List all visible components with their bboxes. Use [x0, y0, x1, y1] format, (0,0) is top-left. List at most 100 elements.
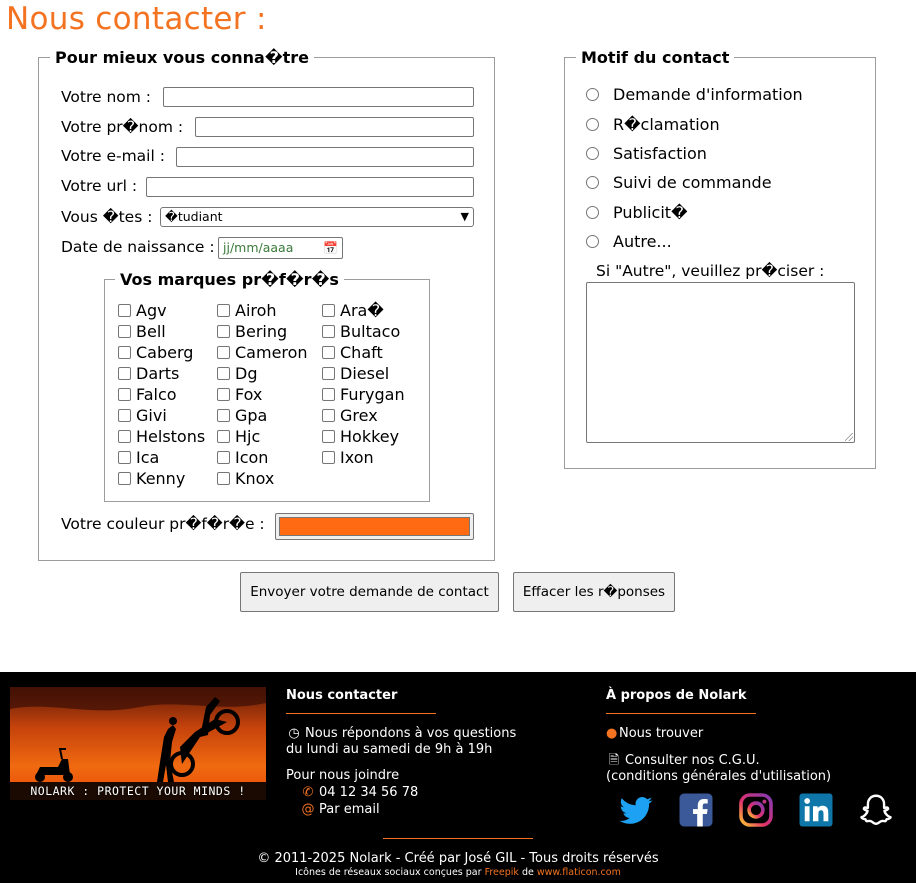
brand-label: Chaft	[340, 343, 383, 362]
brand-checkbox[interactable]	[118, 367, 131, 380]
brand-checkbox[interactable]	[217, 304, 230, 317]
motif-radio[interactable]	[586, 147, 599, 160]
motif-radio[interactable]	[586, 235, 599, 248]
color-picker[interactable]	[275, 513, 474, 540]
brand-label: Diesel	[340, 364, 390, 383]
brands-legend: Vos marques pr�f�r�s	[120, 270, 339, 289]
brand-checkbox[interactable]	[322, 451, 335, 464]
motif-radio[interactable]	[586, 88, 599, 101]
brand-checkbox[interactable]	[118, 325, 131, 338]
brand-checkbox-item[interactable]: Agv	[118, 301, 167, 321]
brand-checkbox-item[interactable]: Gpa	[217, 406, 267, 426]
footer-email-text: Par email	[319, 802, 380, 817]
brand-checkbox-item[interactable]: Cameron	[217, 343, 308, 363]
brand-checkbox-item[interactable]: Hjc	[217, 427, 260, 447]
brand-checkbox-item[interactable]: Icon	[217, 448, 268, 468]
brand-checkbox-item[interactable]: Grex	[322, 406, 378, 426]
brand-checkbox-item[interactable]: Dg	[217, 364, 257, 384]
brand-checkbox-item[interactable]: Helstons	[118, 427, 205, 447]
brand-checkbox[interactable]	[118, 430, 131, 443]
brand-checkbox[interactable]	[217, 325, 230, 338]
motif-radio-item[interactable]: Autre...	[586, 232, 672, 252]
at-icon: @	[301, 802, 315, 817]
brand-label: Hokkey	[340, 427, 400, 446]
brand-checkbox[interactable]	[217, 472, 230, 485]
motif-radio[interactable]	[586, 206, 599, 219]
instagram-icon[interactable]	[738, 792, 774, 828]
phone-icon: ✆	[302, 785, 314, 800]
other-textarea[interactable]	[586, 282, 855, 443]
brand-checkbox-item[interactable]: Ara�	[322, 301, 384, 321]
motif-radio[interactable]	[586, 118, 599, 131]
email-input[interactable]	[176, 147, 474, 167]
prenom-label: Votre pr�nom :	[61, 118, 184, 136]
brand-checkbox[interactable]	[322, 409, 335, 422]
birthdate-input[interactable]: jj/mm/aaaa 📅	[218, 237, 343, 259]
brand-checkbox-item[interactable]: Kenny	[118, 469, 185, 489]
reset-button[interactable]: Effacer les r�ponses	[513, 572, 675, 612]
url-input[interactable]	[146, 177, 474, 197]
brand-checkbox[interactable]	[118, 451, 131, 464]
brand-checkbox[interactable]	[322, 325, 335, 338]
brand-checkbox[interactable]	[118, 304, 131, 317]
brand-checkbox-item[interactable]: Fox	[217, 385, 262, 405]
brand-checkbox[interactable]	[217, 451, 230, 464]
brand-checkbox[interactable]	[217, 430, 230, 443]
brand-checkbox-item[interactable]: Chaft	[322, 343, 383, 363]
motif-radio-item[interactable]: Demande d'information	[586, 85, 803, 105]
brand-checkbox-item[interactable]: Falco	[118, 385, 177, 405]
brand-checkbox-item[interactable]: Givi	[118, 406, 167, 426]
brand-checkbox-item[interactable]: Caberg	[118, 343, 193, 363]
status-select-value: �tudiant	[165, 209, 223, 224]
calendar-icon[interactable]: 📅	[323, 238, 338, 258]
motif-radio-item[interactable]: R�clamation	[586, 115, 720, 135]
status-select[interactable]: �tudiant ▼	[160, 207, 474, 227]
brand-checkbox-item[interactable]: Ica	[118, 448, 159, 468]
nom-input[interactable]	[163, 87, 474, 107]
freepik-link[interactable]: Freepik	[485, 867, 519, 878]
brand-checkbox[interactable]	[217, 409, 230, 422]
brand-checkbox-item[interactable]: Ixon	[322, 448, 374, 468]
motif-radio-item[interactable]: Suivi de commande	[586, 173, 772, 193]
snapchat-icon[interactable]	[858, 792, 894, 828]
brand-checkbox[interactable]	[118, 409, 131, 422]
brand-checkbox-item[interactable]: Darts	[118, 364, 179, 384]
brand-checkbox[interactable]	[118, 388, 131, 401]
motif-radio-item[interactable]: Satisfaction	[586, 144, 707, 164]
brand-checkbox[interactable]	[217, 388, 230, 401]
brand-checkbox[interactable]	[217, 367, 230, 380]
brand-checkbox-item[interactable]: Knox	[217, 469, 274, 489]
footer-find-us-link[interactable]: ● Nous trouver	[606, 726, 703, 742]
brand-checkbox-item[interactable]: Airoh	[217, 301, 277, 321]
brand-checkbox[interactable]	[322, 388, 335, 401]
motif-radio[interactable]	[586, 176, 599, 189]
brand-checkbox[interactable]	[322, 367, 335, 380]
footer-phone-link[interactable]: ✆ 04 12 34 56 78	[300, 785, 419, 801]
motif-radio-label: Satisfaction	[613, 144, 707, 163]
brand-checkbox[interactable]	[118, 472, 131, 485]
motif-radio-label: Autre...	[613, 232, 672, 251]
brand-checkbox[interactable]	[217, 346, 230, 359]
brand-checkbox-item[interactable]: Bering	[217, 322, 287, 342]
footer-cgu-link[interactable]: 🗎 Consulter nos C.G.U. (conditions généra…	[606, 753, 831, 785]
flaticon-link[interactable]: www.flaticon.com	[537, 867, 621, 878]
motif-radio-label: Suivi de commande	[613, 173, 772, 192]
brand-checkbox-item[interactable]: Hokkey	[322, 427, 399, 447]
send-button[interactable]: Envoyer votre demande de contact	[240, 572, 499, 612]
brand-checkbox[interactable]	[322, 304, 335, 317]
twitter-icon[interactable]	[618, 792, 654, 828]
motif-radio-item[interactable]: Publicit�	[586, 203, 687, 223]
resize-grip-icon[interactable]	[845, 433, 853, 441]
brand-checkbox[interactable]	[322, 430, 335, 443]
brand-checkbox-item[interactable]: Diesel	[322, 364, 389, 384]
prenom-input[interactable]	[195, 117, 474, 137]
footer-cgu-line1: Consulter nos C.G.U.	[625, 753, 760, 768]
brand-checkbox-item[interactable]: Bultaco	[322, 322, 400, 342]
linkedin-icon[interactable]	[798, 792, 834, 828]
brand-checkbox[interactable]	[322, 346, 335, 359]
brand-checkbox-item[interactable]: Bell	[118, 322, 166, 342]
brand-checkbox[interactable]	[118, 346, 131, 359]
brand-checkbox-item[interactable]: Furygan	[322, 385, 405, 405]
footer-email-link[interactable]: @ Par email	[300, 802, 380, 818]
facebook-icon[interactable]	[678, 792, 714, 828]
